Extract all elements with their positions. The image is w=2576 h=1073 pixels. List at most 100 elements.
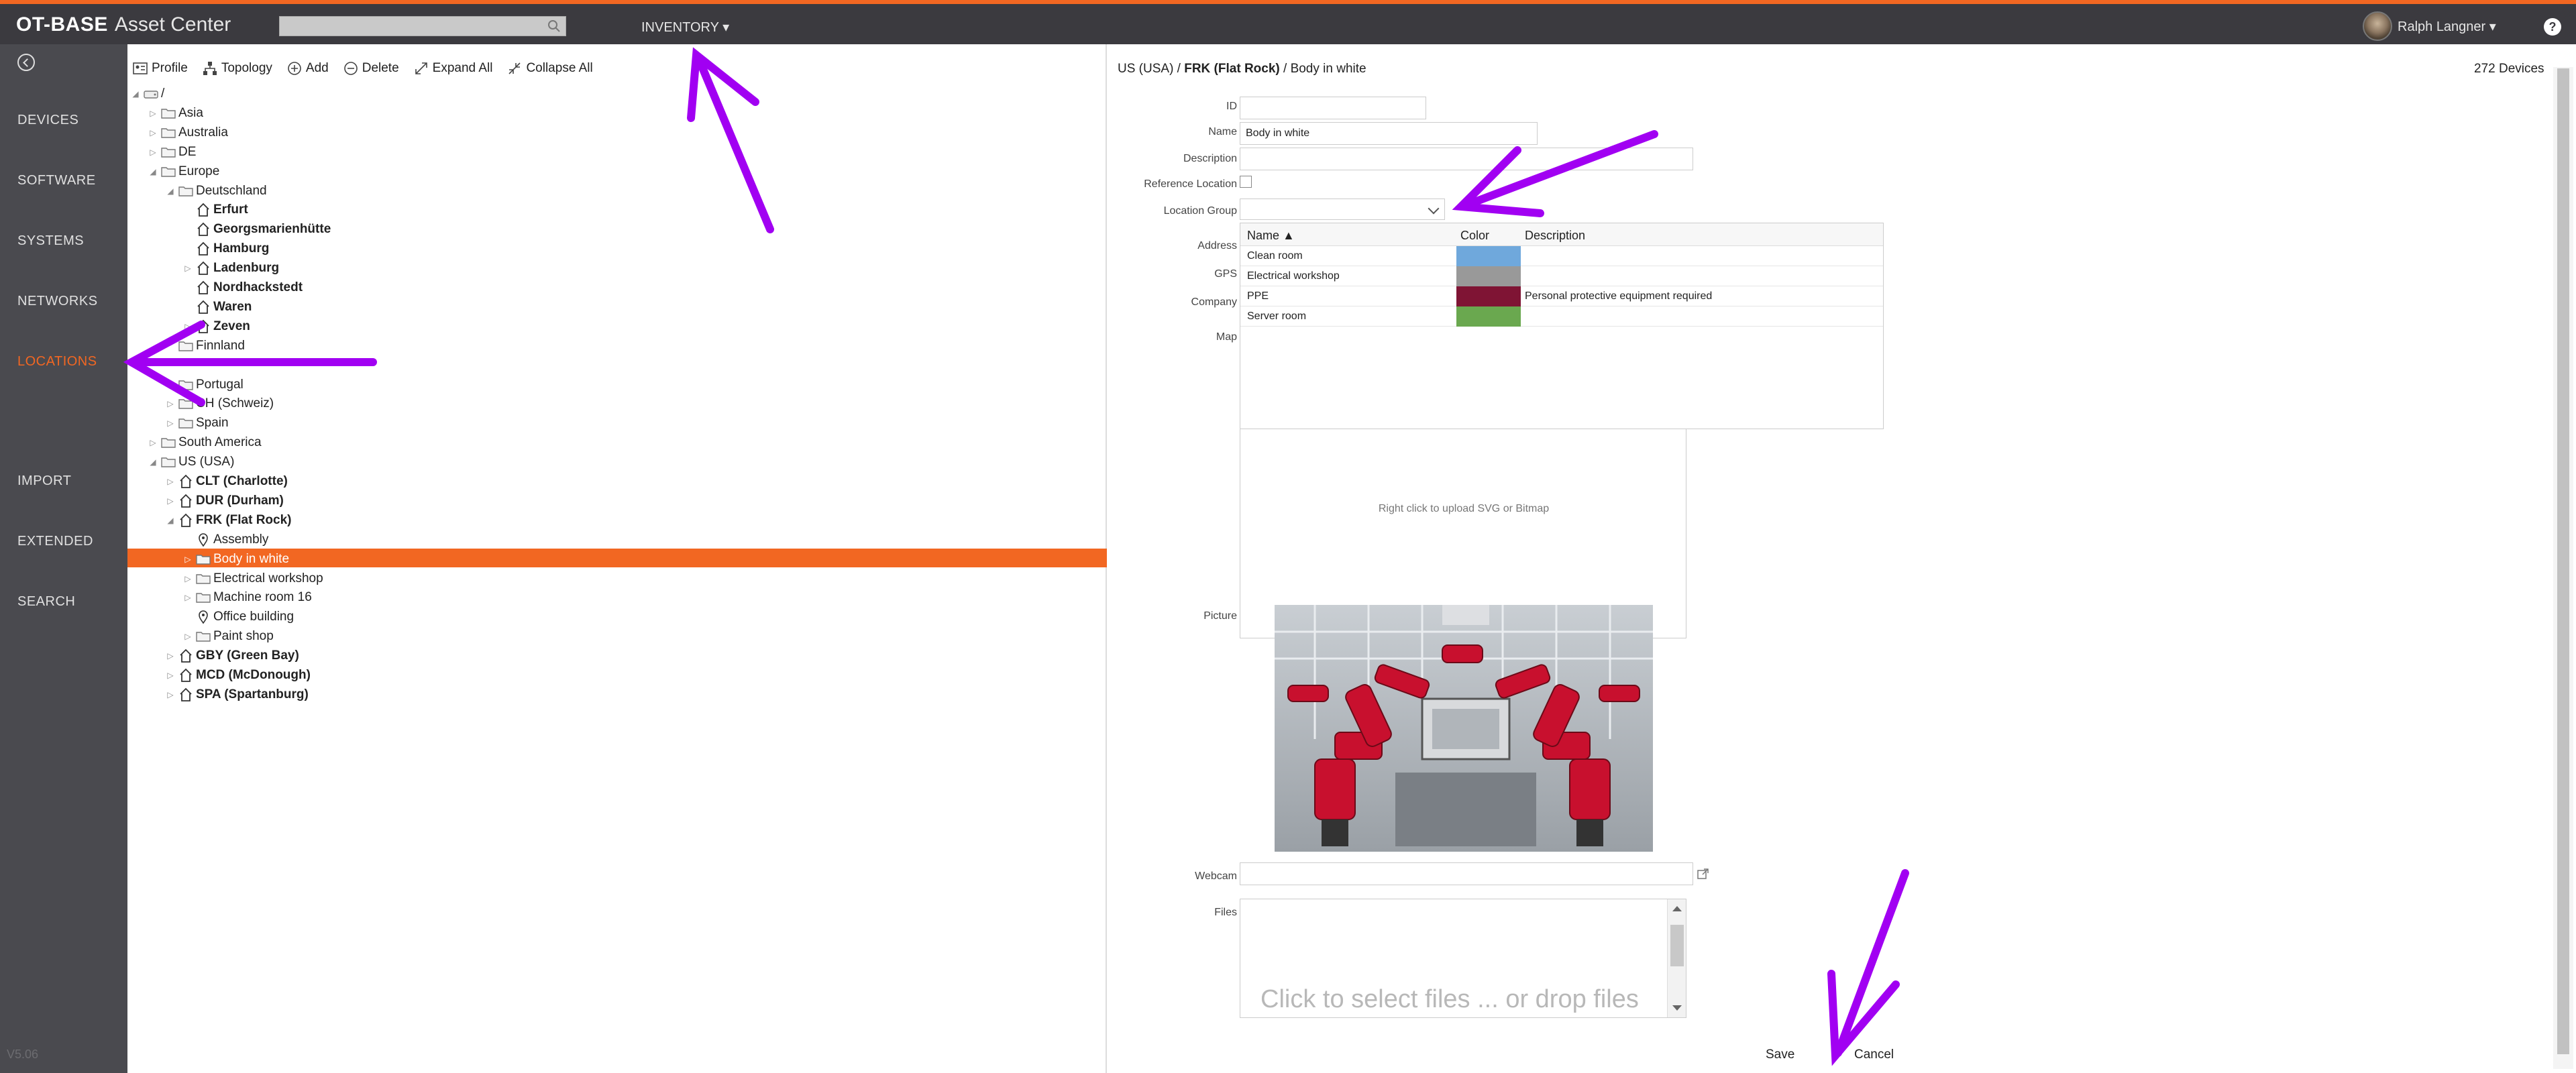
tree-node[interactable]: ▷ Asia xyxy=(149,104,203,123)
tree-node[interactable]: Georgsmarienhütte xyxy=(184,220,331,239)
search-input[interactable] xyxy=(279,16,566,36)
col-description[interactable]: Description xyxy=(1525,229,1585,243)
tree-node[interactable]: ▷ Spain xyxy=(166,414,228,433)
collapsed-toggle-icon[interactable]: ▷ xyxy=(184,574,192,583)
tree-node[interactable]: ▷ Machine room 16 xyxy=(184,588,311,607)
expand-all-button[interactable]: Expand All xyxy=(414,61,492,76)
collapsed-toggle-icon[interactable]: ▷ xyxy=(166,418,174,428)
description-field[interactable] xyxy=(1240,148,1693,170)
nav-systems[interactable]: SYSTEMS xyxy=(17,233,84,249)
collapsed-toggle-icon[interactable]: ▷ xyxy=(166,399,174,408)
expanded-toggle-icon[interactable]: ◢ xyxy=(166,516,174,525)
user-menu[interactable]: Ralph Langner ▾ xyxy=(2363,11,2496,42)
tree-node[interactable]: ▷ CH (Schweiz) xyxy=(166,394,274,413)
tree-node[interactable]: Office building xyxy=(184,608,294,626)
device-count[interactable]: 272 Devices xyxy=(2474,62,2544,76)
collapsed-toggle-icon[interactable]: ▷ xyxy=(184,555,192,564)
collapsed-toggle-icon[interactable]: ▷ xyxy=(166,671,174,680)
breadcrumb-site[interactable]: FRK (Flat Rock) xyxy=(1184,62,1280,76)
tree-node[interactable]: ◢ Europe xyxy=(149,162,219,181)
search-icon[interactable] xyxy=(547,19,561,34)
picture-area[interactable] xyxy=(1240,605,1686,854)
chevron-down-icon[interactable] xyxy=(1428,203,1440,215)
tree-node[interactable]: ◢ / xyxy=(131,84,164,103)
collapsed-toggle-icon[interactable]: ▷ xyxy=(149,109,157,118)
tree-node[interactable]: Portugal xyxy=(166,376,244,394)
expanded-toggle-icon[interactable]: ◢ xyxy=(149,457,157,467)
tree-node[interactable]: ◢ FRK (Flat Rock) xyxy=(166,511,291,530)
col-color[interactable]: Color xyxy=(1460,229,1489,243)
dropdown-option[interactable]: Electrical workshop xyxy=(1240,266,1883,286)
cancel-button[interactable]: Cancel xyxy=(1854,1048,1894,1062)
collapsed-toggle-icon[interactable]: ▷ xyxy=(184,593,192,602)
scroll-thumb[interactable] xyxy=(1670,925,1684,966)
collapse-nav-icon[interactable] xyxy=(17,54,35,71)
tree-node[interactable]: Finnland xyxy=(166,337,245,355)
breadcrumb-country[interactable]: US (USA) / xyxy=(1118,62,1184,76)
app-brand[interactable]: OT-BASE Asset Center xyxy=(16,13,231,36)
nav-software[interactable]: SOFTWARE xyxy=(17,173,96,188)
tree-node[interactable]: ▷ DE xyxy=(149,143,196,162)
tree-node-selected[interactable]: ▷ Body in white xyxy=(184,550,289,569)
help-icon[interactable]: ? xyxy=(2544,18,2561,36)
tree-node[interactable]: Nordhackstedt xyxy=(184,278,303,297)
collapsed-toggle-icon[interactable]: ▷ xyxy=(166,477,174,486)
expanded-toggle-icon[interactable]: ◢ xyxy=(149,167,157,176)
collapsed-toggle-icon[interactable]: ▷ xyxy=(149,128,157,137)
add-button[interactable]: Add xyxy=(287,61,329,76)
location-group-select[interactable] xyxy=(1240,199,1445,220)
dropdown-option[interactable]: PPE Personal protective equipment requir… xyxy=(1240,286,1883,306)
tree-node[interactable]: ▷ South America xyxy=(149,433,261,452)
scroll-down-icon[interactable] xyxy=(1672,1005,1682,1011)
detail-scrollbar[interactable] xyxy=(2553,67,2573,1069)
tree-node[interactable]: ◢ Deutschland xyxy=(166,182,266,201)
tree-node[interactable] xyxy=(166,356,178,375)
expanded-toggle-icon[interactable]: ◢ xyxy=(131,89,140,99)
tree-node[interactable]: ▷ MCD (McDonough) xyxy=(166,666,311,685)
delete-button[interactable]: Delete xyxy=(343,61,399,76)
tree-node[interactable]: Erfurt xyxy=(184,201,248,219)
tree-node[interactable]: ▷ Zeven xyxy=(184,317,250,336)
tree-node[interactable]: ◢ US (USA) xyxy=(149,453,234,471)
col-name[interactable]: Name ▲ xyxy=(1247,229,1295,243)
tree-node[interactable]: ▷ Paint shop xyxy=(184,627,273,646)
nav-import[interactable]: IMPORT xyxy=(17,473,71,489)
tree-node[interactable]: ▷ CLT (Charlotte) xyxy=(166,472,287,491)
collapsed-toggle-icon[interactable]: ▷ xyxy=(149,438,157,447)
scroll-up-icon[interactable] xyxy=(1672,906,1682,911)
inventory-menu[interactable]: INVENTORY ▾ xyxy=(641,19,729,36)
dropdown-option[interactable]: Clean room xyxy=(1240,246,1883,266)
collapsed-toggle-icon[interactable]: ▷ xyxy=(166,690,174,699)
tree-node[interactable]: ▷ DUR (Durham) xyxy=(166,492,284,510)
nav-networks[interactable]: NETWORKS xyxy=(17,294,98,309)
topology-button[interactable]: Topology xyxy=(203,61,272,76)
avatar[interactable] xyxy=(2363,11,2392,41)
dropdown-option[interactable]: Server room xyxy=(1240,306,1883,327)
save-button[interactable]: Save xyxy=(1766,1048,1794,1062)
collapsed-toggle-icon[interactable]: ▷ xyxy=(166,496,174,506)
nav-extended[interactable]: EXTENDED xyxy=(17,534,93,549)
tree-node[interactable]: Waren xyxy=(184,298,252,317)
nav-devices[interactable]: DEVICES xyxy=(17,113,78,128)
tree-node[interactable]: ▷ Electrical workshop xyxy=(184,569,323,588)
tree-node[interactable]: ▷ SPA (Spartanburg) xyxy=(166,685,308,704)
nav-search[interactable]: SEARCH xyxy=(17,594,75,610)
detail-scroll-thumb[interactable] xyxy=(2557,68,2569,1054)
name-field[interactable]: Body in white xyxy=(1240,122,1538,145)
tree-node[interactable]: ▷ GBY (Green Bay) xyxy=(166,646,299,665)
files-scrollbar[interactable] xyxy=(1667,899,1686,1017)
id-field[interactable] xyxy=(1240,97,1426,119)
files-drop-zone[interactable]: Click to select files ... or drop files xyxy=(1240,899,1686,1018)
tree-node[interactable]: ▷ Ladenburg xyxy=(184,259,279,278)
webcam-field[interactable] xyxy=(1240,862,1693,885)
collapse-all-button[interactable]: Collapse All xyxy=(507,61,593,76)
nav-locations[interactable]: LOCATIONS xyxy=(17,354,97,370)
collapsed-toggle-icon[interactable]: ▷ xyxy=(184,264,192,273)
reference-location-checkbox[interactable] xyxy=(1240,176,1252,188)
collapsed-toggle-icon[interactable]: ▷ xyxy=(184,322,192,331)
tree-node[interactable]: Assembly xyxy=(184,530,268,549)
tree-node[interactable]: ▷ Australia xyxy=(149,123,228,142)
profile-button[interactable]: Profile xyxy=(133,61,188,76)
expanded-toggle-icon[interactable]: ◢ xyxy=(166,186,174,196)
collapsed-toggle-icon[interactable]: ▷ xyxy=(149,148,157,157)
